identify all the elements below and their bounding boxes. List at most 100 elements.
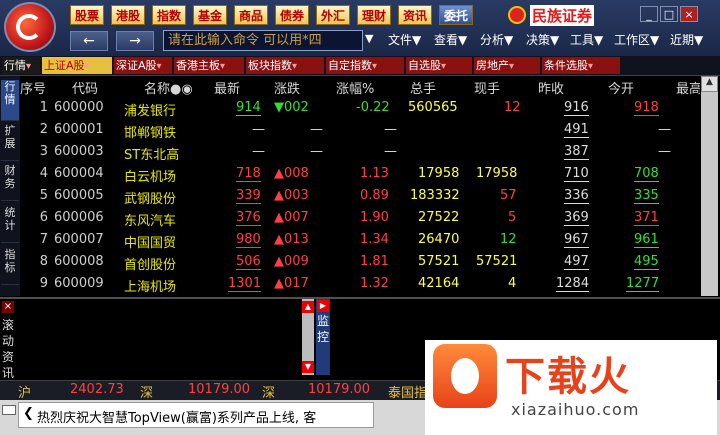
last-price: 506 — [236, 254, 261, 270]
current-volume: 17958 — [476, 166, 518, 181]
watermark: 下载火 xiazaihuo.com — [425, 340, 717, 435]
tab-custom-index[interactable]: 自定指数▾ — [326, 57, 404, 74]
last-price: 339 — [236, 188, 261, 204]
tab-screener[interactable]: 条件选股▾ — [542, 57, 620, 74]
news-ticker[interactable]: ❮ 热烈庆祝大智慧TopView(赢富)系列产品上线, 客 — [18, 402, 374, 428]
current-volume: 12 — [500, 232, 517, 247]
tab-sh-a[interactable]: 上证A股▾ — [42, 57, 112, 74]
tab-real-estate[interactable]: 房地产▾ — [474, 57, 540, 74]
menu-decision[interactable]: 决策▼ — [526, 31, 559, 48]
menu-recent[interactable]: 近期▼ — [670, 31, 703, 48]
arrow-right-icon[interactable]: ▶ — [317, 300, 329, 312]
side-tab-indicators[interactable]: 指标 — [1, 248, 19, 285]
market-button-news[interactable]: 资讯 — [398, 5, 433, 25]
brand-icon — [508, 6, 526, 24]
table-row[interactable]: 4 600004 白云机场 718 ▲008 1.13 17958 17958 … — [20, 164, 700, 186]
table-row[interactable]: 6 600006 东风汽车 376 ▲007 1.90 27522 5 369 … — [20, 208, 700, 230]
side-tab-financial[interactable]: 财务 — [1, 164, 19, 201]
tab-hk-main[interactable]: 香港主板▾ — [174, 57, 244, 74]
change-pct: -0.22 — [356, 100, 390, 115]
market-button-forex[interactable]: 外汇 — [316, 5, 351, 25]
last-price: 718 — [236, 166, 261, 182]
price-change: ▲008 — [274, 166, 309, 181]
column-header-volume[interactable]: 总手 — [410, 78, 436, 97]
market-button-stocks[interactable]: 股票 — [70, 5, 105, 25]
close-icon[interactable]: × — [2, 301, 14, 313]
table-row[interactable]: 7 600007 中国国贸 980 ▲013 1.34 26470 12 967… — [20, 230, 700, 252]
table-row[interactable]: 3 600003 ST东北高 — — — 387 — — [20, 142, 700, 164]
column-header-change-pct[interactable]: 涨幅% — [336, 78, 374, 97]
row-index: 3 — [39, 144, 48, 159]
prev-close: 387 — [564, 144, 589, 160]
maximize-button[interactable]: □ — [660, 6, 678, 22]
stock-code: 600006 — [54, 210, 104, 225]
side-tab-statistics[interactable]: 统计 — [1, 206, 19, 243]
pane-splitter[interactable]: ▲ ▼ — [302, 299, 314, 375]
side-tab-extended[interactable]: 扩展 — [1, 124, 19, 161]
chevron-left-icon[interactable]: ❮ — [23, 406, 34, 421]
last-price: — — [252, 122, 265, 137]
ticker-sh-name: 沪 — [18, 386, 32, 401]
last-price: 980 — [236, 232, 261, 248]
menu-workspace[interactable]: 工作区▼ — [614, 31, 659, 48]
top-toolbar: 股票 港股 指数 基金 商品 债券 外汇 理财 资讯 委托 民族证券 _ □ ×… — [0, 0, 720, 56]
back-arrow-icon[interactable]: ← — [70, 31, 108, 51]
stock-name: 白云机场 — [124, 170, 177, 185]
column-header-high[interactable]: 最高 — [676, 78, 700, 97]
tab-quotes[interactable]: 行情▾ — [2, 57, 40, 74]
table-scrollbar[interactable]: ▲ — [701, 76, 718, 296]
tab-sector-index[interactable]: 板块指数▾ — [246, 57, 324, 74]
monitor-pane-tab[interactable]: ▶ 监控 — [316, 299, 330, 375]
side-tab-bar: 行情 扩展 财务 统计 指标 — [0, 76, 20, 296]
command-dropdown-icon[interactable]: ▼ — [365, 32, 373, 45]
scroll-up-icon[interactable]: ▲ — [701, 76, 718, 92]
row-index: 8 — [39, 254, 48, 269]
current-volume: 57521 — [476, 254, 518, 269]
ticker-th-name: 泰国指 — [388, 386, 428, 401]
column-header-change[interactable]: 涨跌 — [274, 78, 300, 97]
market-button-finance[interactable]: 理财 — [357, 5, 392, 25]
close-button[interactable]: × — [680, 6, 698, 22]
total-volume: 183332 — [410, 188, 460, 203]
menu-view[interactable]: 查看▼ — [434, 31, 467, 48]
menu-tools[interactable]: 工具▼ — [570, 31, 603, 48]
column-header-current-volume[interactable]: 现手 — [474, 78, 500, 97]
table-row[interactable]: 8 600008 首创股份 506 ▲009 1.81 57521 57521 … — [20, 252, 700, 274]
arrow-up-icon[interactable]: ▲ — [302, 301, 314, 313]
column-header-last[interactable]: 最新 — [214, 78, 240, 97]
last-price: 376 — [236, 210, 261, 226]
market-button-fund[interactable]: 基金 — [193, 5, 228, 25]
stock-code: 600001 — [54, 122, 104, 137]
change-pct: 1.13 — [360, 166, 389, 181]
column-header-index[interactable]: 序号 — [20, 78, 46, 97]
table-row[interactable]: 5 600005 武钢股份 339 ▲003 0.89 183332 57 33… — [20, 186, 700, 208]
command-input[interactable]: 请在此输入命令 可以用*四 — [163, 30, 363, 51]
forward-arrow-icon[interactable]: → — [116, 31, 154, 51]
minimize-button[interactable]: _ — [640, 6, 658, 22]
column-header-prev-close[interactable]: 昨收 — [538, 78, 564, 97]
market-button-index[interactable]: 指数 — [152, 5, 187, 25]
menu-file[interactable]: 文件▼ — [388, 31, 421, 48]
stock-code: 600003 — [54, 144, 104, 159]
market-button-order[interactable]: 委托 — [439, 5, 474, 25]
column-header-code[interactable]: 代码 — [72, 78, 98, 97]
table-row[interactable]: 1 600000 浦发银行 914 ▼002 -0.22 560565 12 9… — [20, 98, 700, 120]
market-button-hk[interactable]: 港股 — [111, 5, 146, 25]
table-row[interactable]: 2 600001 邯郸钢铁 — — — 491 — — [20, 120, 700, 142]
table-row[interactable]: 9 600009 上海机场 1301 ▲017 1.32 42164 4 128… — [20, 274, 700, 296]
column-header-open[interactable]: 今开 — [608, 78, 634, 97]
total-volume: 27522 — [418, 210, 460, 225]
price-change: ▲013 — [274, 232, 309, 247]
arrow-down-icon[interactable]: ▼ — [302, 361, 314, 373]
column-header-name[interactable]: 名称●◉ — [144, 78, 193, 97]
tab-sz-a[interactable]: 深证A股▾ — [114, 57, 172, 74]
change-pct: 1.81 — [360, 254, 389, 269]
market-button-commodity[interactable]: 商品 — [234, 5, 269, 25]
tab-watchlist[interactable]: 自选股▾ — [406, 57, 472, 74]
menu-analysis[interactable]: 分析▼ — [480, 31, 513, 48]
market-button-bond[interactable]: 债券 — [275, 5, 310, 25]
stock-name: 中国国贸 — [124, 236, 177, 251]
open-price: 918 — [634, 100, 659, 116]
mail-icon[interactable] — [2, 405, 16, 415]
side-tab-quotes[interactable]: 行情 — [1, 80, 19, 121]
